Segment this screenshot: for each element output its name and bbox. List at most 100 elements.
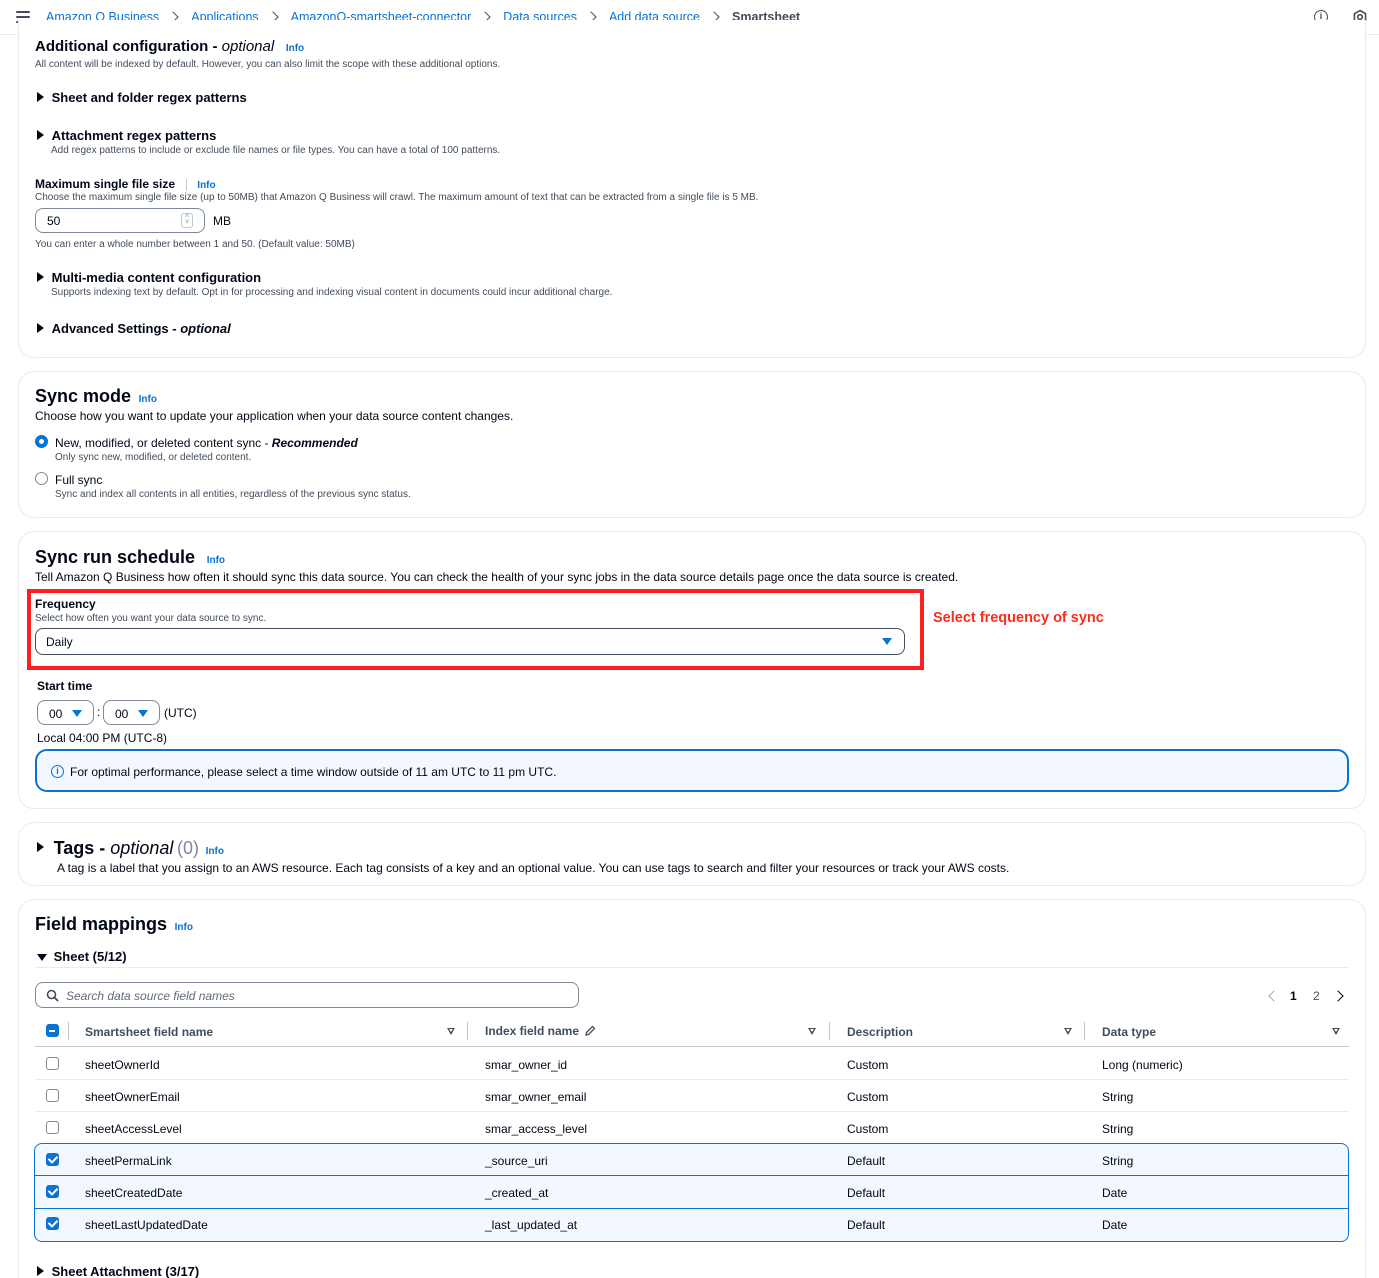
sort-icon[interactable] [808,1028,816,1035]
caret-right-icon [37,842,44,852]
sync-mode-title: Sync mode [35,386,132,406]
additional-config-title: Additional configuration - [35,38,222,55]
column-header-data-type[interactable]: Data type [1102,1025,1156,1039]
field-search-input[interactable]: Search data source field names [35,982,579,1008]
frequency-select[interactable]: Daily [35,628,905,655]
index-field-cell: _last_updated_at [485,1218,578,1232]
max-file-size-unit: MB [213,214,231,228]
field-mappings-heading: Field mappings Info [35,914,193,935]
caret-right-icon [37,1266,44,1276]
description-cell: Custom [847,1122,889,1136]
frequency-label: Frequency [35,597,96,611]
full-sync-label[interactable]: Full sync [55,473,102,487]
sheet-regex-expander[interactable]: Sheet and folder regex patterns [37,90,247,105]
info-link[interactable]: Info [197,180,215,191]
advanced-settings-expander[interactable]: Advanced Settings - optional [37,321,231,336]
max-file-size-input[interactable]: 50 ˄ ˅ [35,208,205,233]
row-checkbox[interactable] [46,1153,59,1166]
recommended-label: Recommended [271,436,358,450]
optional-label: optional [110,838,174,858]
additional-configuration-panel [18,20,1366,358]
row-checkbox[interactable] [46,1121,59,1134]
data-type-cell: String [1102,1090,1134,1104]
index-field-cell: _created_at [485,1186,549,1200]
sheet-section-expander[interactable]: Sheet (5/12) [37,949,127,964]
select-all-checkbox[interactable] [46,1024,59,1037]
attachment-regex-description: Add regex patterns to include or exclude… [51,145,501,156]
smartsheet-field-cell: sheetOwnerEmail [85,1090,180,1104]
max-file-size-description: Choose the maximum single file size (up … [35,192,759,203]
search-icon [46,989,59,1002]
frequency-value: Daily [46,635,73,649]
sheet-regex-label: Sheet and folder regex patterns [51,90,247,105]
incremental-sync-description: Only sync new, modified, or deleted cont… [55,452,252,463]
sheet-section-title: Sheet (5/12) [53,949,127,964]
divider [185,178,187,191]
row-divider [35,1208,1348,1209]
row-checkbox[interactable] [46,1217,59,1230]
data-type-cell: String [1102,1154,1134,1168]
sort-icon[interactable] [1332,1028,1340,1035]
info-link[interactable]: Info [207,555,225,566]
caret-right-icon [37,323,44,333]
attachment-regex-expander[interactable]: Attachment regex patterns [37,128,216,143]
sort-icon[interactable] [447,1028,455,1035]
tags-description: A tag is a label that you assign to an A… [57,861,1010,875]
multimedia-expander[interactable]: Multi-media content configuration [37,270,261,285]
description-cell: Default [847,1218,886,1232]
additional-config-heading: Additional configuration - optional Info [35,38,304,55]
number-stepper[interactable]: ˄ ˅ [181,213,193,228]
radio-full-sync[interactable] [35,472,48,485]
divider [35,967,1349,968]
hour-select[interactable]: 00 [37,700,94,725]
max-file-size-label: Maximum single file size [35,177,176,191]
row-checkbox[interactable] [46,1089,59,1102]
page-1-button[interactable]: 1 [1290,989,1297,1003]
sheet-attachment-expander[interactable]: Sheet Attachment (3/17) [37,1264,199,1278]
hour-value: 00 [49,707,63,721]
description-cell: Default [847,1154,886,1168]
index-field-cell: smar_owner_email [485,1090,587,1104]
column-divider [829,1022,830,1040]
smartsheet-field-cell: sheetAccessLevel [85,1122,182,1136]
row-divider [35,1111,1349,1112]
search-placeholder: Search data source field names [66,989,235,1003]
sync-schedule-title: Sync run schedule [35,547,196,567]
description-cell: Custom [847,1058,889,1072]
column-divider [1084,1022,1085,1040]
sync-mode-heading: Sync mode Info [35,386,157,407]
attachment-regex-label: Attachment regex patterns [51,128,217,143]
caret-down-icon [138,710,148,717]
additional-config-description: All content will be indexed by default. … [35,59,501,70]
data-type-cell: Date [1102,1186,1128,1200]
time-separator: : [97,705,101,719]
column-header-index-field[interactable]: Index field name [485,1024,596,1038]
pencil-icon [585,1025,596,1036]
row-checkbox[interactable] [46,1057,59,1070]
data-type-cell: Date [1102,1218,1128,1232]
data-type-cell: Long (numeric) [1102,1058,1183,1072]
page-2-button[interactable]: 2 [1313,989,1320,1003]
info-link[interactable]: Info [175,922,193,933]
smartsheet-field-cell: sheetPermaLink [85,1154,172,1168]
start-time-label: Start time [37,679,93,693]
column-header-description[interactable]: Description [847,1025,913,1039]
incremental-sync-label[interactable]: New, modified, or deleted content sync -… [55,436,358,450]
minute-select[interactable]: 00 [103,700,160,725]
description-cell: Default [847,1186,886,1200]
tags-expander[interactable]: Tags - optional (0) Info [37,838,224,859]
row-checkbox[interactable] [46,1185,59,1198]
column-header-smartsheet-field[interactable]: Smartsheet field name [85,1025,213,1039]
radio-incremental-sync[interactable] [35,435,48,448]
sort-icon[interactable] [1064,1028,1072,1035]
max-file-size-value: 50 [47,214,61,228]
info-circle-icon: i [51,765,64,778]
annotation-text: Select frequency of sync [933,610,1104,626]
index-field-cell: smar_access_level [485,1122,588,1136]
info-link[interactable]: Info [206,846,224,857]
info-link[interactable]: Info [139,394,157,405]
info-alert: i For optimal performance, please select… [35,749,1349,792]
info-link[interactable]: Info [286,43,304,54]
caret-right-icon [37,130,44,140]
row-divider [35,1079,1349,1080]
